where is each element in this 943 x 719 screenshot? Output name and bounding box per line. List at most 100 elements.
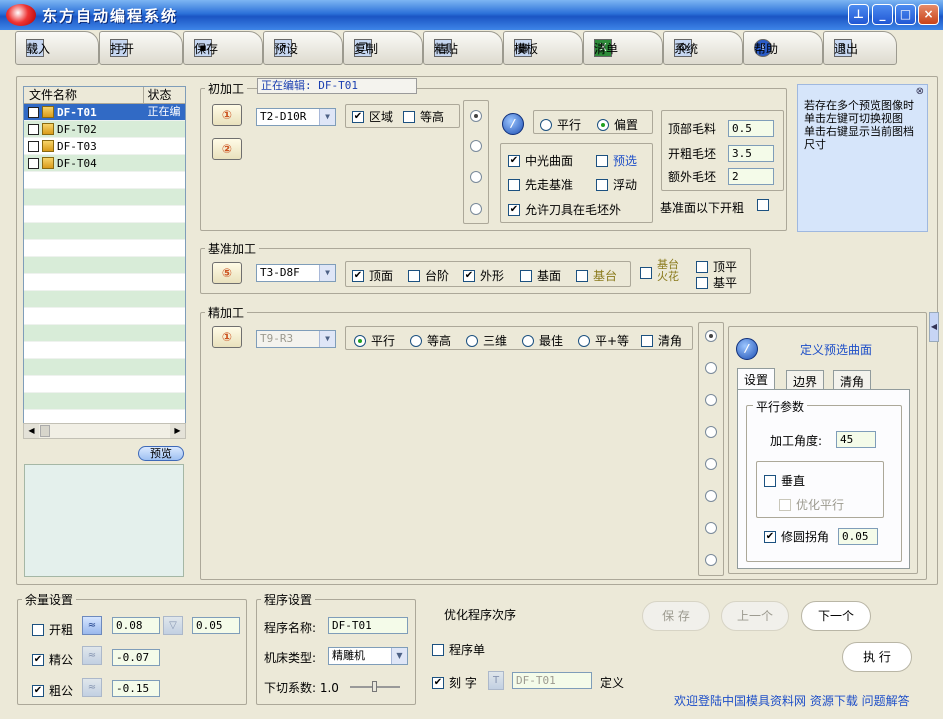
feed-factor-slider[interactable] bbox=[350, 681, 400, 692]
region-checkbox[interactable]: ✔ 区域 bbox=[352, 108, 393, 125]
allowance-rough-input-2[interactable]: 0.05 bbox=[192, 617, 240, 634]
allow-outside-checkbox[interactable]: ✔ 允许刀具在毛坯外 bbox=[508, 201, 621, 218]
collapse-handle-icon[interactable]: ◀ bbox=[929, 312, 939, 342]
finish-option-radio-5[interactable] bbox=[705, 458, 717, 470]
table-row[interactable] bbox=[24, 325, 185, 342]
top-face-checkbox[interactable]: ✔ 顶面 bbox=[352, 267, 393, 284]
center-surface-checkbox[interactable]: ✔ 中光曲面 bbox=[508, 152, 573, 169]
step-checkbox[interactable]: 台阶 bbox=[408, 267, 449, 284]
finish-option-radio-1[interactable] bbox=[705, 330, 717, 342]
file-checkbox[interactable] bbox=[28, 157, 39, 169]
open-rough-input[interactable]: 3.5 bbox=[728, 145, 774, 162]
stock-wave-icon[interactable]: ≈ bbox=[82, 616, 102, 635]
shape-checkbox[interactable]: ✔ 外形 bbox=[463, 267, 504, 284]
table-row[interactable] bbox=[24, 172, 185, 189]
stock-depth-icon[interactable]: ▽ bbox=[163, 616, 183, 635]
tab-boundary[interactable]: 边界 bbox=[786, 370, 825, 390]
execute-button[interactable]: 执 行 bbox=[842, 642, 912, 672]
preview-button[interactable]: 预览 bbox=[138, 446, 184, 461]
table-row[interactable] bbox=[24, 376, 185, 393]
close-button[interactable]: × bbox=[918, 4, 939, 25]
finish-pareq-radio[interactable]: 平+等 bbox=[578, 332, 629, 349]
offset-radio[interactable]: 偏置 bbox=[597, 116, 638, 133]
engrave-define-label[interactable]: 定义 bbox=[600, 674, 624, 691]
parallel-radio[interactable]: 平行 bbox=[540, 116, 581, 133]
table-row[interactable]: DF-T03 bbox=[24, 138, 185, 155]
base-table-spark-checkbox[interactable] bbox=[640, 267, 657, 279]
prev-button[interactable]: 上一个 bbox=[721, 601, 789, 631]
finish-tool-select[interactable]: T9-R3 bbox=[256, 330, 336, 348]
rough-option-radio-1[interactable] bbox=[470, 110, 482, 122]
table-row[interactable] bbox=[24, 359, 185, 376]
save-order-button[interactable]: 保 存 bbox=[642, 601, 710, 631]
file-checkbox[interactable] bbox=[28, 123, 39, 135]
finish-option-radio-6[interactable] bbox=[705, 490, 717, 502]
table-row[interactable] bbox=[24, 206, 185, 223]
base-first-checkbox[interactable]: 先走基准 bbox=[508, 176, 573, 193]
rough-option-radio-2[interactable] bbox=[470, 140, 482, 152]
base-table-checkbox[interactable]: 基台 bbox=[576, 267, 617, 284]
copy-button[interactable]: ❐ 复制 bbox=[343, 31, 423, 65]
table-row[interactable] bbox=[24, 240, 185, 257]
exit-button[interactable]: ▯ 退出 bbox=[823, 31, 897, 65]
rough-option-radio-4[interactable] bbox=[470, 203, 482, 215]
step-2-button[interactable]: ② bbox=[212, 138, 242, 160]
tab-cornerclear[interactable]: 清角 bbox=[833, 370, 872, 390]
allowance-rough-input-1[interactable]: 0.08 bbox=[112, 617, 160, 634]
load-button[interactable]: ⇩ 载入 bbox=[15, 31, 99, 65]
engrave-input[interactable]: DF-T01 bbox=[512, 672, 592, 689]
finish-3d-radio[interactable]: 三维 bbox=[466, 332, 507, 349]
table-row[interactable]: DF-T02 bbox=[24, 121, 185, 138]
table-row[interactable] bbox=[24, 342, 185, 359]
preselect-checkbox[interactable]: 预选 bbox=[596, 152, 637, 169]
allowance-fine-checkbox[interactable]: ✔ 精公 bbox=[32, 651, 73, 668]
base-flat-checkbox[interactable]: 基平 bbox=[696, 274, 737, 291]
minimize-button[interactable]: _ bbox=[872, 4, 893, 25]
template-button[interactable]: ▦ 模板 bbox=[503, 31, 583, 65]
preset-button[interactable]: ➚ 预设 bbox=[263, 31, 343, 65]
table-row[interactable] bbox=[24, 308, 185, 325]
finish-parallel-radio[interactable]: 平行 bbox=[354, 332, 395, 349]
list-button[interactable]: X 清单 bbox=[583, 31, 663, 65]
column-header-status[interactable]: 状态 bbox=[144, 87, 186, 103]
allowance-coarse-checkbox[interactable]: ✔ 粗公 bbox=[32, 682, 73, 699]
round-corner-input[interactable]: 0.05 bbox=[838, 528, 878, 545]
float-checkbox[interactable]: 浮动 bbox=[596, 176, 637, 193]
finish-option-radio-7[interactable] bbox=[705, 522, 717, 534]
step-5-button[interactable]: ⑤ bbox=[212, 262, 242, 284]
define-surface-link[interactable]: 定义预选曲面 bbox=[800, 341, 872, 358]
finish-cornerclear-checkbox[interactable]: 清角 bbox=[641, 332, 682, 349]
allowance-rough-checkbox[interactable]: 开粗 bbox=[32, 621, 73, 638]
maximize-button[interactable]: □ bbox=[895, 4, 916, 25]
help-button[interactable]: i 帮助 bbox=[743, 31, 823, 65]
table-row[interactable] bbox=[24, 189, 185, 206]
engrave-checkbox[interactable]: ✔ 刻 字 bbox=[432, 674, 477, 691]
allowance-coarse-input[interactable]: -0.15 bbox=[112, 680, 160, 697]
table-row[interactable] bbox=[24, 274, 185, 291]
base-tool-select[interactable]: T3-D8F bbox=[256, 264, 336, 282]
table-row[interactable]: DF-T01 正在编 bbox=[24, 104, 185, 121]
file-list[interactable]: 文件名称 状态 DF-T01 正在编 DF-T02 DF-T03 DF-T04 bbox=[23, 86, 186, 439]
program-list-checkbox[interactable]: 程序单 bbox=[432, 641, 485, 658]
finish-option-radio-4[interactable] bbox=[705, 426, 717, 438]
save-button[interactable]: ▪ 保存 bbox=[183, 31, 263, 65]
tab-settings[interactable]: 设置 bbox=[737, 368, 776, 390]
table-row[interactable] bbox=[24, 257, 185, 274]
optimize-parallel-checkbox[interactable]: 优化平行 bbox=[779, 496, 844, 513]
table-row[interactable] bbox=[24, 223, 185, 240]
vertical-checkbox[interactable]: 垂直 bbox=[764, 472, 805, 489]
top-flat-checkbox[interactable]: 顶平 bbox=[696, 258, 737, 275]
allowance-fine-input[interactable]: -0.07 bbox=[112, 649, 160, 666]
extra-stock-input[interactable]: 2 bbox=[728, 168, 774, 185]
title-bar[interactable]: 东方自动编程系统 ⊥ _ □ × bbox=[0, 0, 943, 30]
contour-checkbox[interactable]: 等高 bbox=[403, 108, 444, 125]
step-1-button[interactable]: ① bbox=[212, 104, 242, 126]
info-close-icon[interactable]: ⊗ bbox=[916, 86, 924, 97]
pin-icon[interactable]: ⊥ bbox=[848, 4, 869, 25]
below-base-checkbox[interactable] bbox=[757, 199, 774, 211]
base-face-checkbox[interactable]: 基面 bbox=[520, 267, 561, 284]
file-checkbox[interactable] bbox=[28, 106, 39, 118]
horizontal-scrollbar[interactable]: ◀ ▶ bbox=[23, 423, 186, 439]
angle-input[interactable]: 45 bbox=[836, 431, 876, 448]
file-checkbox[interactable] bbox=[28, 140, 39, 152]
